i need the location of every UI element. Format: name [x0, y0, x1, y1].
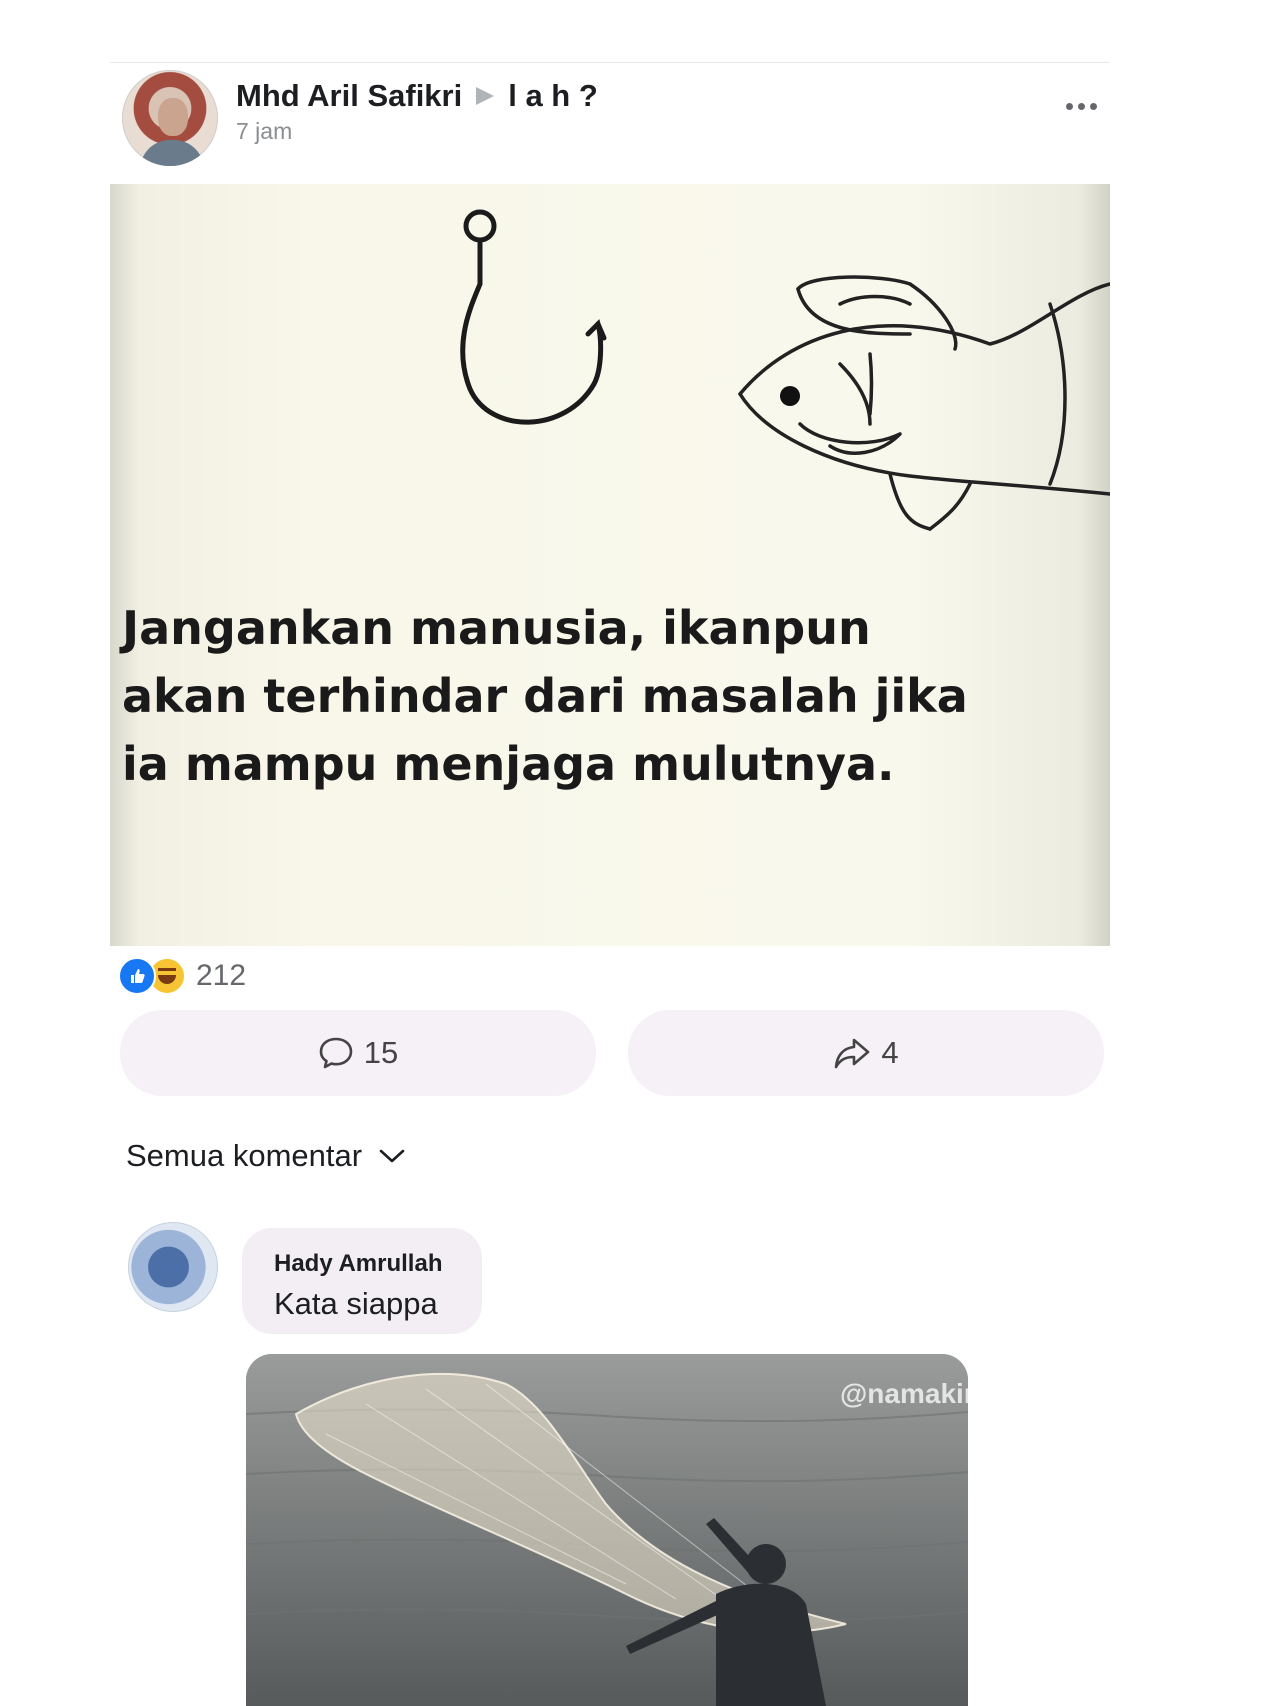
- like-icon: [118, 957, 156, 995]
- comments-filter-label: Semua komentar: [126, 1138, 363, 1173]
- comment-button[interactable]: 15: [120, 1010, 596, 1096]
- more-options-icon[interactable]: [1060, 96, 1102, 116]
- comment-bubble-icon: [319, 1037, 353, 1069]
- tiktok-watermark: @namakinaya: [840, 1378, 1028, 1409]
- comments-filter-dropdown[interactable]: Semua komentar: [126, 1138, 406, 1174]
- commenter-name[interactable]: Hady Amrullah: [274, 1250, 442, 1278]
- share-to-arrow-icon: [476, 87, 495, 105]
- reaction-summary[interactable]: 212: [118, 956, 246, 996]
- share-arrow-icon: [835, 1038, 870, 1069]
- comment-text: Kata siappa: [274, 1286, 438, 1321]
- fish-eye-icon: [780, 386, 800, 406]
- chevron-down-icon: [379, 1149, 405, 1163]
- top-divider: [110, 62, 1110, 63]
- post-header-names: Mhd Aril Safikri l a h ?: [236, 78, 598, 114]
- comment-count: 15: [363, 1035, 399, 1070]
- fishing-hook-icon: [460, 209, 607, 425]
- share-button[interactable]: 4: [628, 1010, 1104, 1096]
- commenter-avatar[interactable]: [128, 1222, 218, 1312]
- post-image-caption: Jangankan manusia, ikanpun akan terhinda…: [122, 601, 968, 791]
- author-name[interactable]: Mhd Aril Safikri: [236, 78, 462, 114]
- author-avatar[interactable]: [122, 70, 218, 166]
- hook-and-fish-illustration: [460, 209, 1110, 531]
- post-image[interactable]: Jangankan manusia, ikanpun akan terhinda…: [110, 184, 1110, 946]
- share-count: 4: [881, 1035, 899, 1070]
- target-name[interactable]: l a h ?: [508, 78, 598, 114]
- post-timestamp[interactable]: 7 jam: [236, 118, 292, 145]
- reaction-count: 212: [196, 959, 247, 992]
